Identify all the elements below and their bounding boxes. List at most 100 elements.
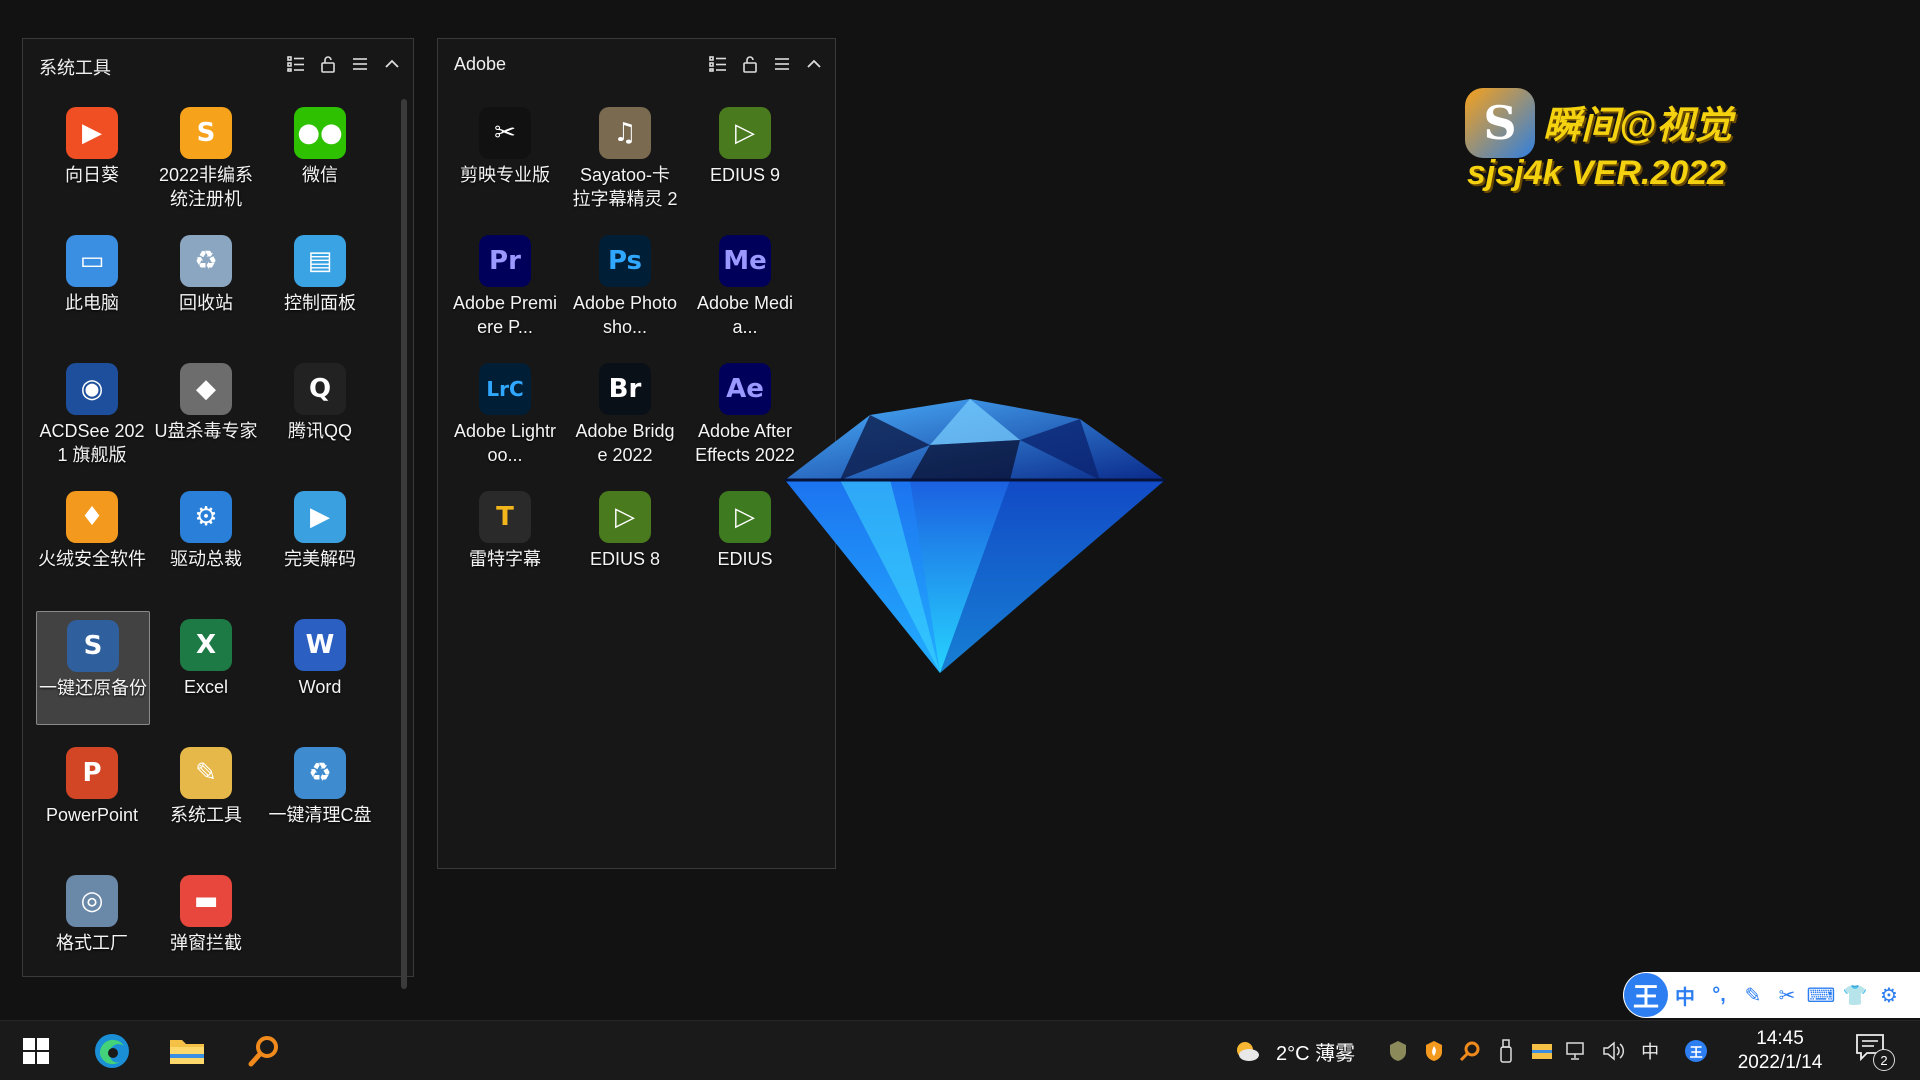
ime-chinese-mode-button[interactable]: 中 [1668, 978, 1702, 1012]
desktop-shortcut[interactable]: ▬ 弹窗拦截 [150, 867, 262, 979]
weather-text[interactable]: 2°C 薄雾 [1276, 1037, 1355, 1066]
edius9-icon: ▷ [719, 107, 771, 159]
desktop: 系统工具 ▶ 向日葵 S 2022非编系统注册机 ●● 微信 ▭ 此电脑 ♻ 回收站 ▤ 控制面板 ◉ A… [0, 0, 1920, 1080]
desktop-shortcut[interactable]: Q 腾讯QQ [264, 355, 376, 467]
file-explorer-button[interactable] [163, 1027, 211, 1075]
list-view-icon[interactable] [285, 53, 307, 75]
ime-screenshot-button[interactable]: ✂ [1770, 978, 1804, 1012]
desktop-shortcut[interactable]: S 2022非编系统注册机 [150, 99, 262, 211]
usb-antivirus-icon: ◆ [180, 363, 232, 415]
menu-icon[interactable] [349, 53, 371, 75]
clock[interactable]: 14:45 2022/1/14 [1700, 1027, 1860, 1075]
desktop-shortcut[interactable]: ♻ 回收站 [150, 227, 262, 339]
desktop-shortcut[interactable]: P PowerPoint [36, 739, 148, 851]
shortcut-label: 向日葵 [65, 165, 119, 185]
edius-icon: ▷ [719, 491, 771, 543]
lock-icon[interactable] [317, 53, 339, 75]
leite-subtitle-icon: T [479, 491, 531, 543]
ime-logo-icon[interactable]: 王 [1624, 973, 1668, 1017]
excel-icon: X [180, 619, 232, 671]
restore-backup-icon: S [67, 620, 119, 672]
search-icon [248, 1036, 278, 1067]
edge-button[interactable] [88, 1027, 136, 1075]
notification-button[interactable]: 2 [1855, 1033, 1895, 1073]
shortcut-label: 雷特字幕 [469, 549, 541, 569]
desktop-shortcut[interactable]: ▶ 完美解码 [264, 483, 376, 595]
desktop-shortcut[interactable]: ♻ 一键清理C盘 [264, 739, 376, 851]
desktop-shortcut[interactable]: ♫ Sayatoo-卡拉字幕精灵 2 [569, 99, 681, 211]
usb-device-icon[interactable] [1491, 1036, 1521, 1066]
collapse-icon[interactable] [381, 53, 403, 75]
weather-icon[interactable] [1232, 1036, 1262, 1066]
registration-tool-icon: S [180, 107, 232, 159]
edius8-icon: ▷ [599, 491, 651, 543]
desktop-shortcut[interactable]: Pr Adobe Premiere P... [449, 227, 561, 339]
desktop-shortcut[interactable]: S 一键还原备份 [36, 611, 150, 725]
list-view-icon[interactable] [707, 53, 729, 75]
desktop-shortcut[interactable]: Br Adobe Bridge 2022 [569, 355, 681, 467]
acdsee-icon: ◉ [66, 363, 118, 415]
system-tray: 2°C 薄雾 中 王 [1232, 1021, 1717, 1080]
desktop-shortcut[interactable]: Ps Adobe Photosho... [569, 227, 681, 339]
clean-drive-icon: ♻ [294, 747, 346, 799]
desktop-shortcut[interactable]: ▭ 此电脑 [36, 227, 148, 339]
start-button[interactable] [12, 1027, 60, 1075]
desktop-shortcut[interactable]: ✂ 剪映专业版 [449, 99, 561, 211]
desktop-shortcut[interactable]: Me Adobe Media... [689, 227, 801, 339]
logo-chinese-text: 瞬间@视觉 [1543, 105, 1733, 147]
fence-toolbar [707, 53, 825, 75]
desktop-shortcut[interactable]: ▷ EDIUS 8 [569, 483, 681, 595]
desktop-shortcut[interactable]: T 雷特字幕 [449, 483, 561, 595]
desktop-shortcut[interactable]: X Excel [150, 611, 262, 723]
ime-handwriting-button[interactable]: ✎ [1736, 978, 1770, 1012]
ime-mode-indicator[interactable]: 中 [1635, 1036, 1665, 1066]
huorong-tray-icon[interactable] [1419, 1036, 1449, 1066]
lock-icon[interactable] [739, 53, 761, 75]
sunlogin-icon: ▶ [66, 107, 118, 159]
popup-blocker-icon: ▬ [180, 875, 232, 927]
brand-logo: S 瞬间@视觉 sjsj4k VER.2022 [1465, 88, 1735, 198]
search-app-button[interactable] [240, 1027, 288, 1075]
shortcut-label: 火绒安全软件 [38, 549, 146, 569]
shortcut-label: Adobe Lightroo... [453, 421, 557, 465]
shortcut-label: 微信 [302, 165, 338, 185]
fence-scrollbar[interactable] [401, 99, 407, 989]
word-icon: W [294, 619, 346, 671]
driver-tool-icon: ⚙ [180, 491, 232, 543]
ime-skin-button[interactable]: 👕 [1838, 978, 1872, 1012]
network-icon[interactable] [1563, 1036, 1593, 1066]
notification-count: 2 [1873, 1049, 1895, 1071]
explorer-tray-icon[interactable] [1527, 1036, 1557, 1066]
clock-time: 14:45 [1756, 1028, 1804, 1049]
desktop-shortcut[interactable]: ◆ U盘杀毒专家 [150, 355, 262, 467]
logo-english-text: sjsj4k VER.2022 [1467, 154, 1726, 192]
desktop-shortcut[interactable]: ⚙ 驱动总裁 [150, 483, 262, 595]
search-tray-icon[interactable] [1455, 1036, 1485, 1066]
desktop-shortcut[interactable]: ♦ 火绒安全软件 [36, 483, 148, 595]
volume-icon[interactable] [1599, 1036, 1629, 1066]
shortcut-label: Sayatoo-卡拉字幕精灵 2 [572, 165, 678, 209]
ime-punctuation-button[interactable]: °, [1702, 978, 1736, 1012]
desktop-shortcut[interactable]: ▶ 向日葵 [36, 99, 148, 211]
shortcut-label: ACDSee 2021 旗舰版 [39, 421, 145, 465]
shortcut-label: EDIUS 9 [709, 165, 781, 185]
usb-antivirus-tray-icon[interactable] [1383, 1036, 1413, 1066]
ime-keyboard-button[interactable]: ⌨ [1804, 978, 1838, 1012]
collapse-icon[interactable] [803, 53, 825, 75]
desktop-shortcut[interactable]: ▤ 控制面板 [264, 227, 376, 339]
taskbar: 2°C 薄雾 中 王 14:45 2022/1/14 2 [0, 1020, 1920, 1080]
fence-title: Adobe [454, 54, 507, 74]
ime-settings-button[interactable]: ⚙ [1872, 978, 1906, 1012]
desktop-shortcut[interactable]: ✎ 系统工具 [150, 739, 262, 851]
folder-icon [170, 1040, 204, 1064]
shortcut-label: U盘杀毒专家 [154, 421, 258, 441]
desktop-shortcut[interactable]: ▷ EDIUS 9 [689, 99, 801, 211]
desktop-shortcut[interactable]: ◉ ACDSee 2021 旗舰版 [36, 355, 148, 467]
desktop-shortcut[interactable]: W Word [264, 611, 376, 723]
shortcut-label: EDIUS 8 [589, 549, 661, 569]
desktop-shortcut[interactable]: ●● 微信 [264, 99, 376, 211]
desktop-shortcut[interactable]: ◎ 格式工厂 [36, 867, 148, 979]
desktop-shortcut[interactable]: LrC Adobe Lightroo... [449, 355, 561, 467]
menu-icon[interactable] [771, 53, 793, 75]
wechat-icon: ●● [294, 107, 346, 159]
